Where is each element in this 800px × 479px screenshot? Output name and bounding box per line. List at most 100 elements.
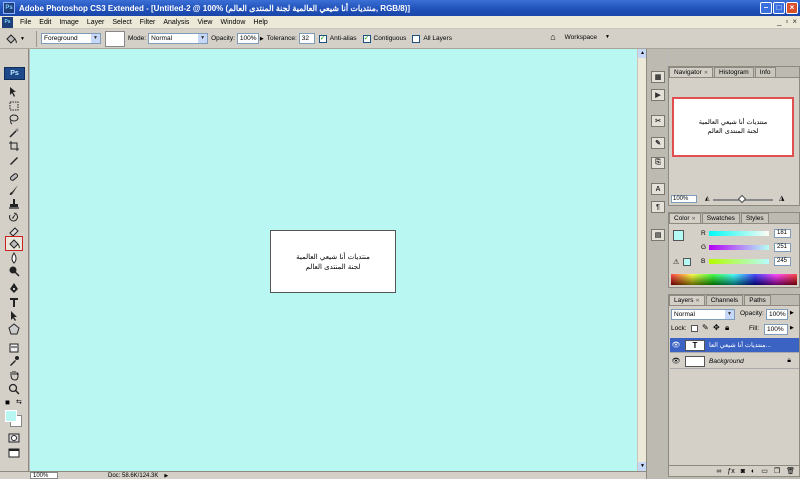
- tab-navigator[interactable]: Navigator ✕: [669, 67, 714, 77]
- blue-channel-slider[interactable]: [709, 259, 769, 264]
- chevron-right-icon[interactable]: ▶: [790, 325, 794, 331]
- clone-stamp-tool[interactable]: [6, 197, 22, 210]
- lock-position-icon[interactable]: ✥: [713, 323, 720, 332]
- zoom-tool[interactable]: [6, 382, 22, 395]
- quick-selection-tool[interactable]: [6, 126, 22, 139]
- menu-layer[interactable]: Layer: [83, 19, 109, 26]
- new-layer-icon[interactable]: ❐: [774, 467, 780, 475]
- workspace-menu[interactable]: Workspace: [565, 34, 597, 41]
- document-canvas[interactable]: منتديات أنا شيعي العالمية لجنة المنتدى ا…: [270, 230, 396, 293]
- antialias-checkbox[interactable]: ✓: [318, 34, 327, 43]
- photoshop-app-icon[interactable]: Ps: [3, 2, 15, 14]
- zoom-out-icon[interactable]: ◭: [705, 195, 710, 202]
- tool-preset-picker[interactable]: ▼: [4, 30, 32, 48]
- doc-restore-icon[interactable]: ▫: [785, 17, 788, 26]
- layer-row-text[interactable]: 👁︎ T منتديات أنا شيعي العا...: [670, 338, 799, 353]
- layer-mask-icon[interactable]: ◙: [741, 468, 745, 475]
- gamut-swatch[interactable]: [683, 258, 691, 266]
- tab-paths[interactable]: Paths: [744, 295, 771, 305]
- paragraph-dock-icon[interactable]: ¶: [651, 201, 665, 213]
- blue-value-input[interactable]: 245: [774, 257, 791, 266]
- red-channel-slider[interactable]: [709, 231, 769, 236]
- slice-tool[interactable]: [6, 153, 22, 166]
- menu-edit[interactable]: Edit: [35, 19, 55, 26]
- pen-tool[interactable]: [6, 281, 22, 294]
- navigator-zoom-field[interactable]: 100%: [671, 195, 697, 203]
- notes-tool[interactable]: [6, 341, 22, 354]
- lasso-tool[interactable]: [6, 112, 22, 125]
- canvas-area[interactable]: منتديات أنا شيعي العالمية لجنة المنتدى ا…: [30, 49, 637, 471]
- opacity-input[interactable]: 100%: [236, 33, 259, 44]
- slider-knob[interactable]: [737, 194, 747, 204]
- menu-file[interactable]: File: [16, 19, 35, 26]
- path-selection-tool[interactable]: [6, 309, 22, 322]
- lock-pixels-icon[interactable]: ✎: [702, 323, 709, 332]
- blur-tool[interactable]: [6, 251, 22, 264]
- hand-tool[interactable]: [6, 368, 22, 381]
- tab-color[interactable]: Color ✕: [669, 213, 701, 223]
- visibility-eye-icon[interactable]: 👁︎: [670, 341, 682, 349]
- visibility-eye-icon[interactable]: 👁︎: [670, 357, 682, 365]
- contiguous-checkbox[interactable]: ✓: [362, 34, 371, 43]
- chevron-right-icon[interactable]: ▶: [260, 36, 264, 42]
- zoom-in-icon[interactable]: ◮: [779, 194, 784, 202]
- green-channel-slider[interactable]: [709, 245, 769, 250]
- minimize-button[interactable]: –: [760, 2, 772, 14]
- ps-doc-icon[interactable]: Ps: [2, 16, 13, 28]
- close-icon[interactable]: ✕: [704, 70, 708, 76]
- screen-mode-button[interactable]: [6, 446, 22, 459]
- vertical-scrollbar[interactable]: ▲ ▼: [637, 49, 647, 471]
- fill-source-select[interactable]: Foreground ▼: [41, 33, 101, 44]
- adjustment-layer-icon[interactable]: ◐: [751, 468, 755, 475]
- crop-tool[interactable]: [6, 139, 22, 152]
- doc-size-info[interactable]: Doc: 58.6K/124.3K: [108, 473, 158, 479]
- layer-style-icon[interactable]: ƒx: [727, 468, 734, 475]
- link-layers-icon[interactable]: ∞: [716, 468, 721, 475]
- menu-analysis[interactable]: Analysis: [159, 19, 193, 26]
- history-brush-tool[interactable]: [6, 210, 22, 223]
- delete-layer-icon[interactable]: 🗑︎: [786, 467, 795, 475]
- tab-channels[interactable]: Channels: [705, 295, 744, 305]
- layer-row-background[interactable]: 👁︎ Background 🔒︎: [670, 354, 799, 369]
- close-button[interactable]: ×: [786, 2, 798, 14]
- brushes-dock-icon[interactable]: ✎: [651, 137, 665, 149]
- character-dock-icon[interactable]: A: [651, 183, 665, 195]
- close-icon[interactable]: ✕: [696, 298, 700, 304]
- eyedropper-tool[interactable]: [6, 354, 22, 367]
- menu-select[interactable]: Select: [108, 19, 135, 26]
- bridge-icon[interactable]: ⌂: [550, 32, 555, 42]
- layer-opacity-input[interactable]: 100%: [766, 309, 788, 320]
- gamut-warning-icon[interactable]: ⚠: [673, 258, 679, 266]
- lock-transparency-icon[interactable]: [691, 325, 698, 332]
- navigator-preview[interactable]: منتديات أنا شيعي العالمية لجنة المنتدى ا…: [672, 97, 794, 157]
- menu-image[interactable]: Image: [55, 19, 82, 26]
- brush-tool[interactable]: [6, 183, 22, 196]
- all-layers-checkbox[interactable]: [412, 34, 421, 43]
- mode-select[interactable]: Normal ▼: [148, 33, 209, 44]
- type-tool[interactable]: [6, 295, 22, 308]
- chevron-right-icon[interactable]: ▶: [790, 310, 794, 316]
- paint-bucket-tool[interactable]: [5, 236, 23, 251]
- move-tool[interactable]: [6, 85, 22, 98]
- tolerance-input[interactable]: 32: [298, 33, 315, 44]
- tab-layers[interactable]: Layers ✕: [669, 295, 705, 305]
- color-spectrum-bar[interactable]: [671, 274, 797, 285]
- lock-all-icon[interactable]: 🔒︎: [725, 323, 729, 333]
- maximize-button[interactable]: □: [773, 2, 785, 14]
- fill-input[interactable]: 100%: [764, 324, 788, 335]
- zoom-level-field[interactable]: 100%: [30, 472, 58, 479]
- menu-filter[interactable]: Filter: [136, 19, 160, 26]
- menu-view[interactable]: View: [193, 19, 216, 26]
- shape-tool[interactable]: [6, 322, 22, 335]
- menu-help[interactable]: Help: [249, 19, 271, 26]
- tab-swatches[interactable]: Swatches: [701, 213, 740, 223]
- clone-source-dock-icon[interactable]: ⎘: [651, 157, 665, 169]
- doc-minimize-icon[interactable]: _: [777, 17, 781, 26]
- chevron-down-icon[interactable]: ▼: [605, 34, 610, 40]
- close-icon[interactable]: ✕: [692, 216, 696, 222]
- quick-mask-button[interactable]: [6, 431, 22, 444]
- foreground-color-swatch[interactable]: [5, 410, 17, 422]
- menu-window[interactable]: Window: [216, 19, 249, 26]
- green-value-input[interactable]: 251: [774, 243, 791, 252]
- tools-dock-icon[interactable]: ✂: [651, 115, 665, 127]
